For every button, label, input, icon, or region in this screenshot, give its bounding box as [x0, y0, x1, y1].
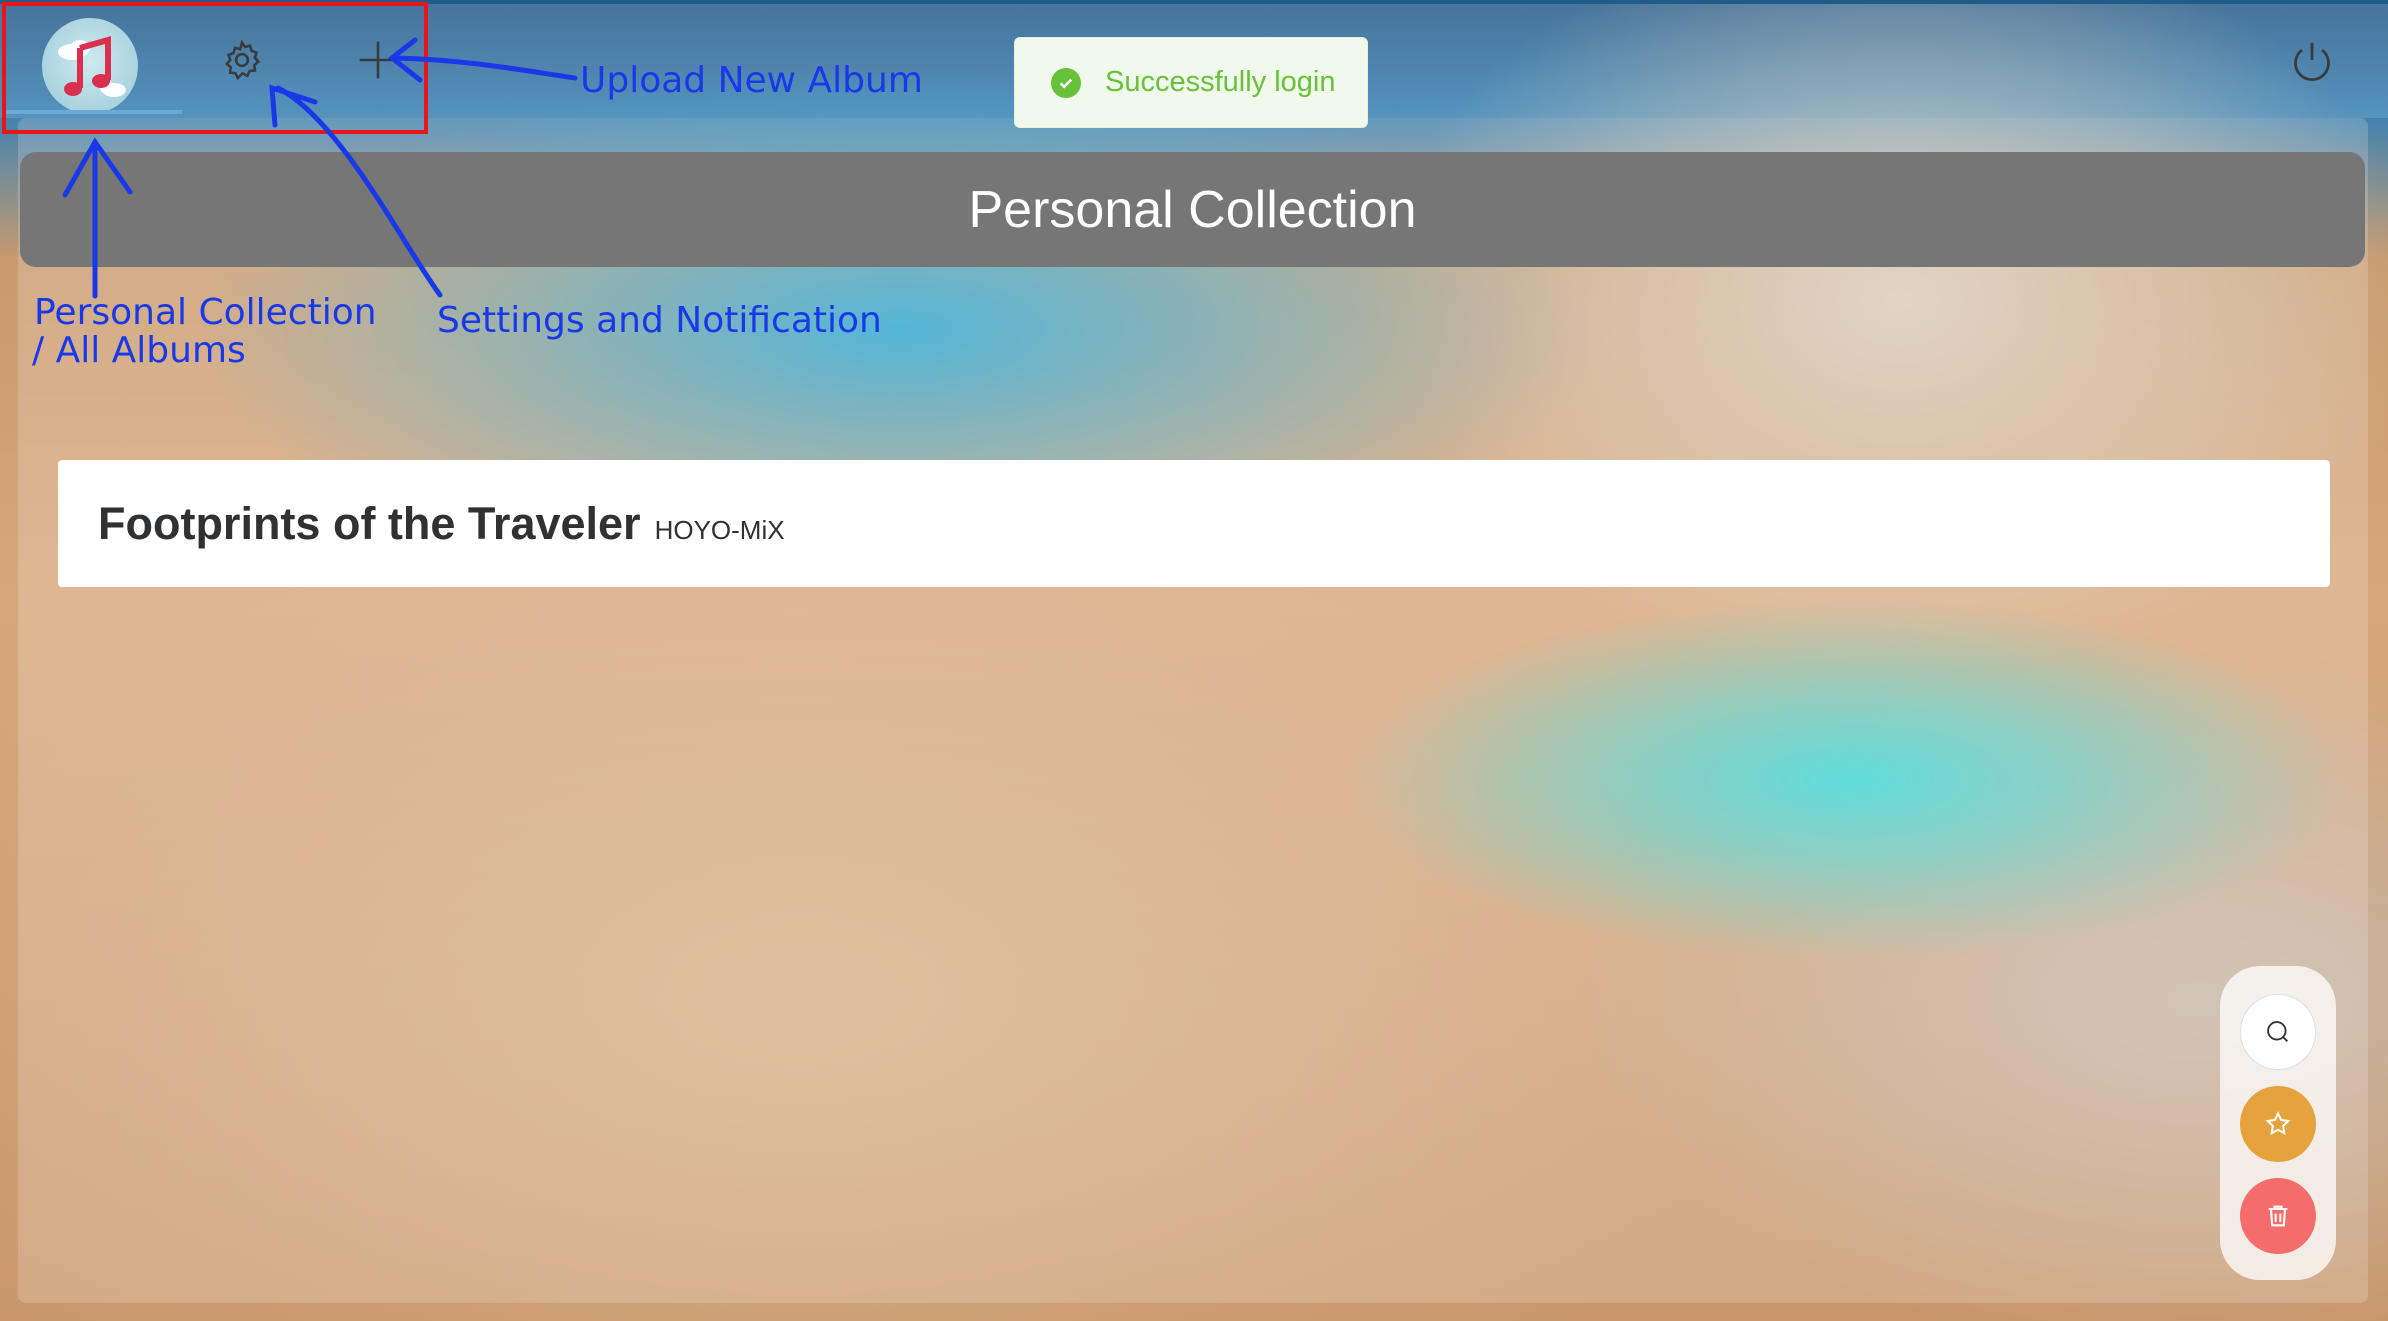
logout-button[interactable]	[2280, 30, 2344, 94]
page-title-bar: Personal Collection	[20, 152, 2365, 267]
plus-icon	[359, 41, 397, 79]
personal-collection-nav-button[interactable]	[42, 18, 138, 114]
annotation-settings: Settings and Notification	[437, 300, 882, 341]
favorite-button[interactable]	[2240, 1086, 2316, 1162]
page-title: Personal Collection	[968, 180, 1417, 239]
annotation-collection-line1: Personal Collection	[34, 292, 377, 333]
upload-album-nav-button[interactable]	[348, 30, 408, 90]
settings-nav-button[interactable]	[212, 30, 272, 90]
album-title: Footprints of the Traveler	[98, 497, 641, 549]
album-card[interactable]: Footprints of the Traveler HOYO-MiX	[58, 460, 2330, 587]
active-tab-indicator	[6, 110, 182, 114]
trash-icon	[2268, 1205, 2288, 1227]
success-toast: Successfully login	[1014, 37, 1368, 128]
star-icon	[2265, 1111, 2291, 1135]
album-artist: HOYO-MiX	[654, 515, 785, 545]
delete-button[interactable]	[2240, 1178, 2316, 1254]
annotation-upload: Upload New Album	[580, 60, 923, 101]
search-button[interactable]	[2240, 994, 2316, 1070]
gear-icon	[224, 39, 261, 81]
check-circle-icon	[1051, 67, 1081, 98]
music-note-icon	[58, 36, 126, 97]
annotation-collection-line2: / All Albums	[32, 330, 246, 371]
floating-action-panel	[2220, 966, 2336, 1280]
power-icon	[2294, 42, 2330, 81]
toast-message: Successfully login	[1105, 66, 1336, 98]
search-icon	[2267, 1021, 2288, 1042]
